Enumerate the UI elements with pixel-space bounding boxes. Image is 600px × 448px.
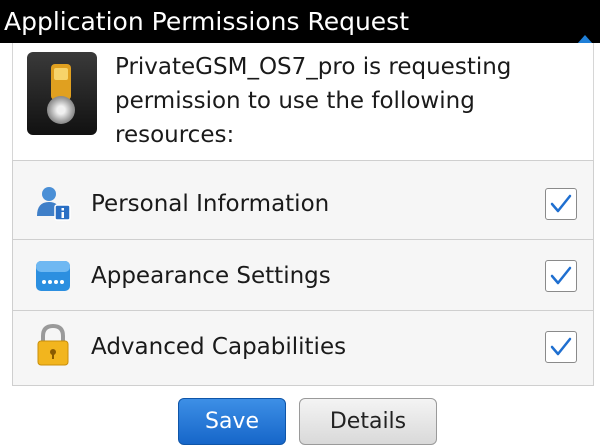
save-button[interactable]: Save (178, 398, 286, 445)
dialog-title-bar: Application Permissions Request (0, 0, 600, 43)
request-message: PrivateGSM_OS7_pro is requesting permiss… (115, 54, 512, 148)
person-info-icon (35, 186, 71, 222)
permission-label: Advanced Capabilities (91, 334, 347, 360)
padlock-icon (35, 323, 71, 367)
phone-icon (51, 64, 71, 100)
request-header: PrivateGSM_OS7_pro is requesting permiss… (12, 43, 594, 160)
details-button[interactable]: Details (299, 398, 437, 445)
permission-row-appearance-settings[interactable]: Appearance Settings (13, 239, 593, 312)
dialog-title: Application Permissions Request (4, 7, 409, 36)
checkmark-icon (550, 337, 572, 356)
permissions-list: Personal Information Appearance Settings (12, 160, 594, 386)
personal-information-checkbox[interactable] (545, 188, 577, 220)
button-bar: Save Details (0, 386, 600, 448)
checkmark-icon (550, 194, 572, 213)
permission-row-personal-information[interactable]: Personal Information (13, 168, 593, 240)
checkmark-icon (550, 266, 572, 285)
appearance-settings-icon (35, 258, 71, 294)
permission-label: Appearance Settings (91, 263, 331, 289)
advanced-capabilities-checkbox[interactable] (545, 331, 577, 363)
dial-icon (47, 96, 75, 124)
appearance-settings-checkbox[interactable] (545, 260, 577, 292)
app-icon (27, 52, 97, 135)
permission-label: Personal Information (91, 191, 330, 217)
permission-row-advanced-capabilities[interactable]: Advanced Capabilities (13, 310, 593, 383)
